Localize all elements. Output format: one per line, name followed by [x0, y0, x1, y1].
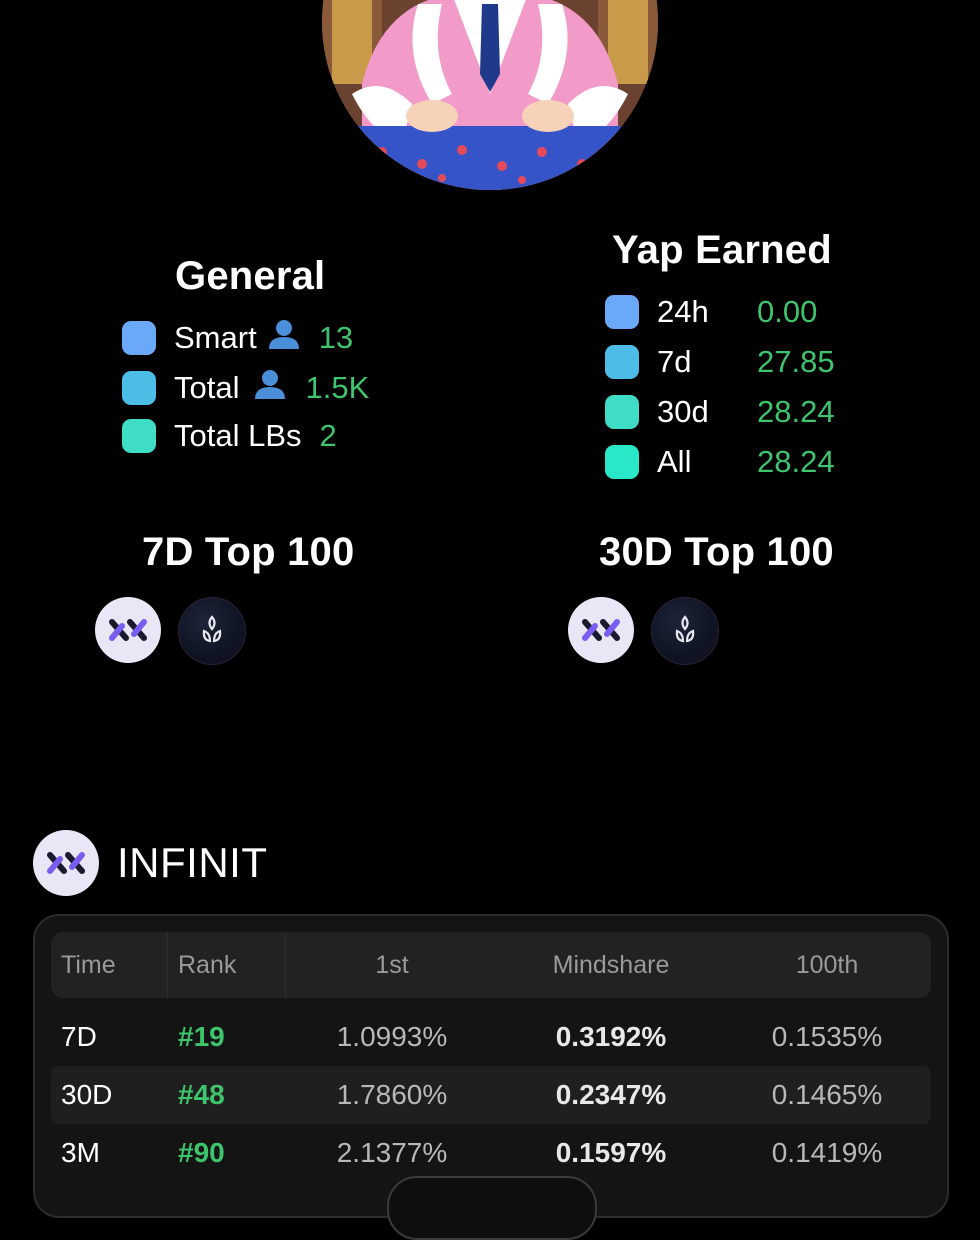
column-header-hundredth: 100th — [795, 950, 859, 979]
infinit-logo-icon[interactable] — [568, 597, 634, 663]
status-dot — [122, 371, 156, 405]
mindshare-table: Time Rank 1st Mindshare 100th 7D #19 1.0… — [33, 914, 949, 1218]
stat-label: Smart — [174, 320, 257, 355]
row-time: 7D — [61, 1021, 97, 1052]
row-time: 30D — [61, 1079, 113, 1110]
column-header-time: Time — [61, 950, 116, 979]
column-header-mindshare: Mindshare — [552, 950, 670, 979]
row-mindshare: 0.1597% — [555, 1137, 667, 1168]
status-dot — [605, 345, 639, 379]
row-mindshare: 0.2347% — [555, 1079, 667, 1110]
scroll-indicator[interactable] — [387, 1176, 597, 1240]
general-title: General — [175, 254, 326, 298]
yap-earned-title: Yap Earned — [612, 228, 832, 272]
column-header-rank: Rank — [178, 950, 237, 979]
yap-row-30d: 30d 28.24 — [605, 394, 835, 430]
column-header-first: 1st — [375, 950, 409, 979]
row-hundredth: 0.1535% — [771, 1021, 883, 1052]
stat-value: 2 — [319, 418, 337, 453]
row-rank: #90 — [178, 1137, 225, 1168]
row-first: 2.1377% — [336, 1137, 448, 1168]
yap-period-label: 24h — [657, 294, 709, 329]
yap-period-label: 7d — [657, 344, 692, 379]
status-dot — [605, 445, 639, 479]
table-row[interactable]: 30D #48 1.7860% 0.2347% 0.1465% — [51, 1066, 931, 1124]
column-divider — [285, 932, 286, 998]
infinit-logo-icon — [33, 830, 99, 896]
yap-value: 28.24 — [757, 444, 835, 479]
profile-avatar[interactable] — [322, 0, 658, 190]
top-30d-title: 30D Top 100 — [599, 530, 834, 574]
table-header: Time Rank 1st Mindshare 100th — [51, 932, 931, 998]
column-divider — [167, 932, 168, 998]
seed-logo-icon[interactable] — [651, 597, 719, 665]
stat-label: Total — [174, 370, 240, 405]
row-rank: #48 — [178, 1079, 225, 1110]
general-row-smart: Smart 13 — [122, 318, 353, 358]
yap-row-all: All 28.24 — [605, 444, 835, 480]
status-dot — [122, 419, 156, 453]
status-dot — [605, 295, 639, 329]
status-dot — [605, 395, 639, 429]
row-time: 3M — [61, 1137, 100, 1168]
yap-row-7d: 7d 27.85 — [605, 344, 835, 380]
table-row[interactable]: 7D #19 1.0993% 0.3192% 0.1535% — [51, 1008, 931, 1066]
stat-value: 13 — [318, 320, 354, 355]
seed-logo-icon[interactable] — [178, 597, 246, 665]
table-row[interactable]: 3M #90 2.1377% 0.1597% 0.1419% — [51, 1124, 931, 1182]
infinit-logo-icon[interactable] — [95, 597, 161, 663]
project-name: INFINIT — [117, 839, 268, 886]
person-icon — [253, 368, 287, 408]
yap-value: 0.00 — [757, 294, 818, 329]
row-first: 1.7860% — [336, 1079, 448, 1110]
status-dot — [122, 321, 156, 355]
yap-value: 27.85 — [757, 344, 835, 379]
row-rank: #19 — [178, 1021, 225, 1052]
yap-row-24h: 24h 0.00 — [605, 294, 817, 330]
yap-period-label: 30d — [657, 394, 709, 429]
row-hundredth: 0.1419% — [771, 1137, 883, 1168]
yap-value: 28.24 — [757, 394, 835, 429]
stat-value: 1.5K — [305, 370, 370, 405]
project-header: INFINIT — [33, 830, 267, 896]
stat-label: Total LBs — [174, 418, 302, 453]
row-first: 1.0993% — [336, 1021, 448, 1052]
row-mindshare: 0.3192% — [555, 1021, 667, 1052]
general-row-total: Total 1.5K — [122, 368, 369, 408]
person-icon — [267, 318, 301, 358]
row-hundredth: 0.1465% — [771, 1079, 883, 1110]
top-7d-title: 7D Top 100 — [142, 530, 355, 574]
yap-period-label: All — [657, 444, 692, 479]
general-row-total-lbs: Total LBs 2 — [122, 418, 337, 454]
